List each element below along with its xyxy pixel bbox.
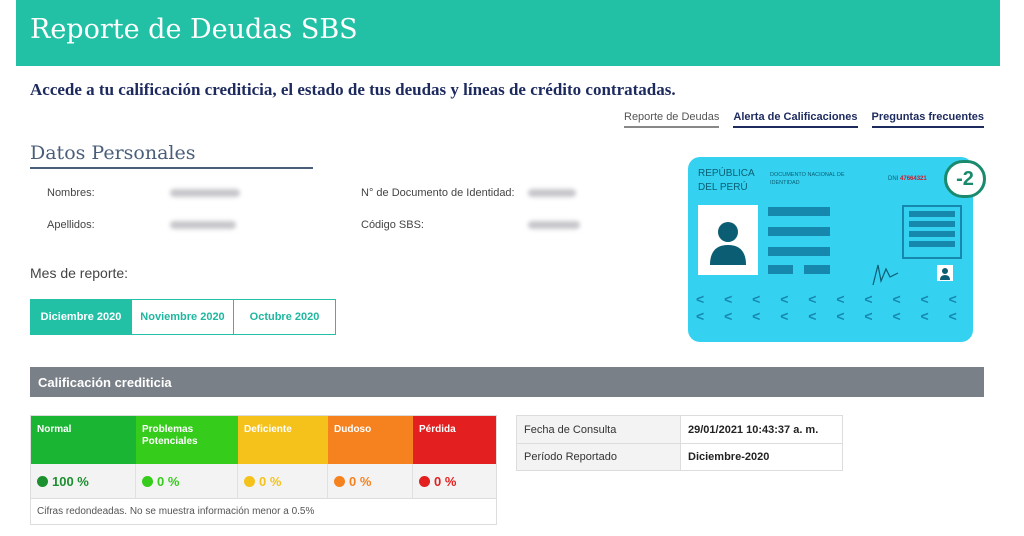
fecha-consulta-value: 29/01/2021 10:43:37 a. m. — [688, 423, 819, 436]
apellidos-label: Apellidos: — [47, 219, 95, 231]
mes-reporte-label: Mes de reporte: — [30, 265, 129, 281]
nombres-value-redacted — [170, 189, 240, 197]
calificacion-title: Calificación crediticia — [38, 374, 172, 390]
calificacion-note: Cifras redondeadas. No se muestra inform… — [31, 498, 496, 524]
consulta-info-table: Fecha de Consulta 29/01/2021 10:43:37 a.… — [516, 415, 843, 471]
section-title: Datos Personales — [30, 142, 196, 164]
category-deficiente: Deficiente — [238, 416, 328, 464]
card-dni-number: 47664321 — [900, 176, 927, 182]
info-row: Fecha de Consulta 29/01/2021 10:43:37 a.… — [517, 416, 842, 443]
card-dni-label: DNI — [888, 176, 899, 182]
nav-link-preguntas-frecuentes[interactable]: Preguntas frecuentes — [871, 111, 984, 128]
chevron-row: < < < < < < < < < < < < — [696, 308, 973, 324]
value-deficiente: 0 % — [238, 464, 328, 498]
info-row: Período Reportado Diciembre-2020 — [517, 443, 842, 470]
card-line — [768, 207, 830, 216]
calificacion-bar: Calificación crediticia — [30, 367, 984, 397]
value-text: 0 % — [349, 473, 372, 489]
documento-value-redacted — [528, 189, 576, 197]
score-badge: -2 — [944, 160, 986, 198]
category-normal: Normal — [31, 416, 136, 464]
dni-card-illustration: REPÚBLICA DEL PERÚ DOCUMENTO NACIONAL DE… — [688, 157, 973, 342]
card-data-box — [902, 205, 962, 259]
nav-link-reporte-deudas[interactable]: Reporte de Deudas — [624, 111, 720, 128]
card-mrz-chevrons: < < < < < < < < < < < < < < < < < < < < … — [696, 291, 973, 325]
card-line — [804, 265, 830, 274]
status-dot-icon — [244, 475, 255, 487]
status-dot-icon — [142, 475, 153, 487]
category-perdida: Pérdida — [413, 416, 496, 464]
datos-personales-heading: Datos Personales — [30, 142, 313, 169]
codigo-sbs-value-redacted — [528, 221, 580, 229]
mini-person-icon — [940, 268, 950, 280]
value-text: 0 % — [157, 473, 180, 489]
calificacion-table: Normal Problemas Potenciales Deficiente … — [30, 415, 497, 525]
status-dot-icon — [37, 475, 48, 487]
card-photo-box — [698, 205, 758, 275]
nav-link-alerta-calificaciones[interactable]: Alerta de Calificaciones — [733, 111, 858, 128]
value-text: 0 % — [434, 473, 457, 489]
card-line — [768, 227, 830, 236]
status-dot-icon — [419, 475, 430, 487]
page-subtitle: Accede a tu calificación crediticia, el … — [30, 80, 676, 99]
tab-octubre-2020[interactable]: Octubre 2020 — [234, 299, 336, 335]
value-text: 100 % — [52, 473, 89, 489]
card-dni-line: DNI 47664321 — [888, 176, 927, 182]
card-doc-title: DOCUMENTO NACIONAL DE IDENTIDAD — [770, 172, 845, 186]
category-problemas-potenciales: Problemas Potenciales — [136, 416, 238, 464]
status-dot-icon — [334, 475, 345, 487]
month-tabs: Diciembre 2020 Noviembre 2020 Octubre 20… — [30, 299, 336, 335]
chevron-row: < < < < < < < < < < < < — [696, 291, 973, 307]
person-icon — [710, 222, 746, 265]
fecha-consulta-label: Fecha de Consulta — [517, 416, 681, 443]
card-line — [768, 265, 793, 274]
top-nav: Reporte de Deudas Alerta de Calificacion… — [624, 111, 984, 128]
value-dudoso: 0 % — [328, 464, 413, 498]
apellidos-value-redacted — [170, 221, 236, 229]
periodo-reportado-value: Diciembre-2020 — [688, 451, 770, 463]
card-republica-text: REPÚBLICA DEL PERÚ — [698, 168, 755, 193]
page-title: Reporte de Deudas SBS — [30, 14, 358, 45]
card-mini-photo — [937, 265, 953, 281]
codigo-sbs-label: Código SBS: — [361, 219, 424, 231]
tab-noviembre-2020[interactable]: Noviembre 2020 — [132, 299, 234, 335]
tab-diciembre-2020[interactable]: Diciembre 2020 — [30, 299, 132, 335]
value-normal: 100 % — [31, 464, 136, 498]
category-header-row: Normal Problemas Potenciales Deficiente … — [31, 416, 496, 464]
nombres-label: Nombres: — [47, 187, 95, 199]
category-dudoso: Dudoso — [328, 416, 413, 464]
signature-icon — [872, 264, 899, 286]
category-value-row: 100 % 0 % 0 % 0 % 0 % — [31, 464, 496, 498]
value-problemas-potenciales: 0 % — [136, 464, 238, 498]
card-line — [768, 247, 830, 256]
periodo-reportado-label: Período Reportado — [517, 444, 681, 470]
value-perdida: 0 % — [413, 464, 496, 498]
value-text: 0 % — [259, 473, 282, 489]
documento-label: N° de Documento de Identidad: — [361, 187, 515, 199]
